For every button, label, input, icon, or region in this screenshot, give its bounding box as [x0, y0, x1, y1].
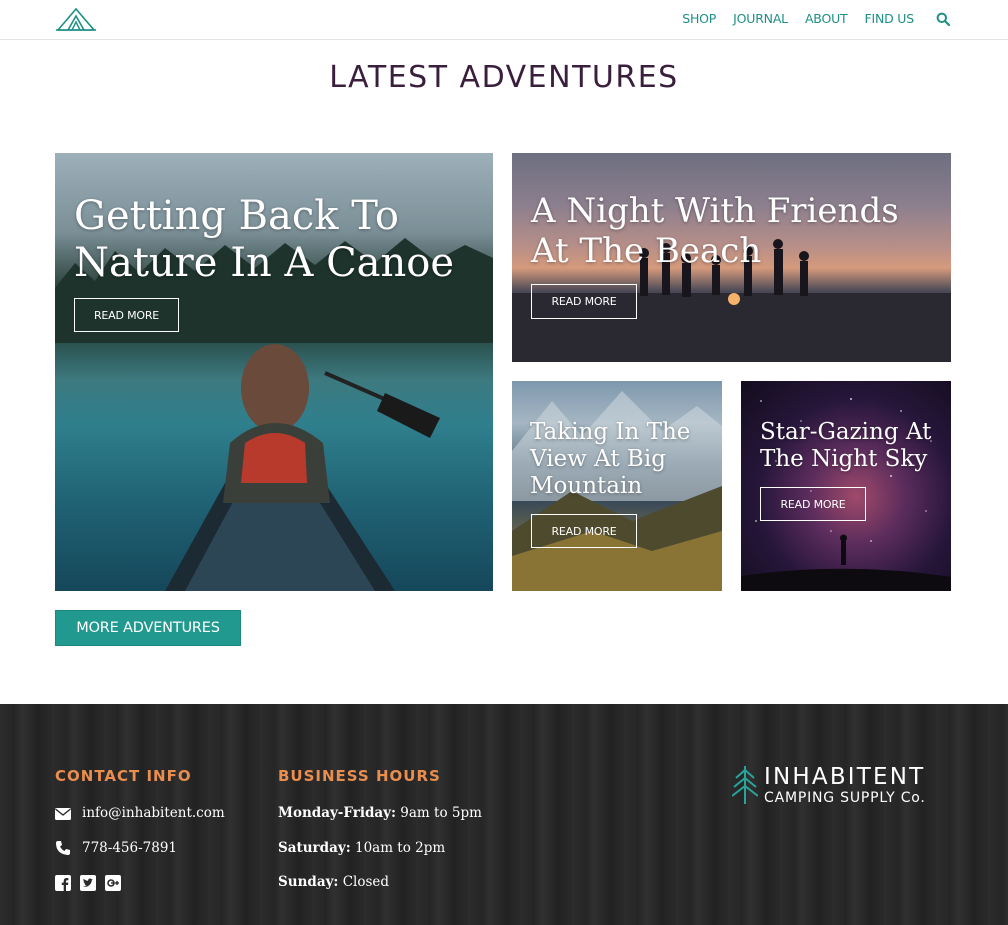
contact-email[interactable]: info@inhabitent.com [82, 805, 225, 821]
hours-row: Saturday: 10am to 2pm [278, 840, 445, 856]
hours-time: Closed [342, 874, 390, 890]
nav-shop[interactable]: SHOP [682, 11, 716, 26]
site-header: SHOP JOURNAL ABOUT FIND US [0, 0, 1008, 40]
phone-icon [56, 841, 70, 855]
google-plus-icon[interactable] [105, 875, 121, 891]
brand-name: INHABITENT [764, 764, 926, 790]
adventure-card-stars[interactable]: Star-Gazing At The Night Sky READ MORE [741, 381, 951, 591]
facebook-icon[interactable] [55, 875, 71, 891]
night-sky-image [741, 381, 951, 591]
tent-logo-icon[interactable] [56, 6, 96, 32]
adventure-card-canoe[interactable]: Getting Back To Nature In A Canoe READ M… [55, 153, 493, 591]
read-more-button[interactable]: READ MORE [531, 284, 637, 319]
brand-tagline: CAMPING SUPPLY Co. [764, 790, 926, 806]
contact-heading: CONTACT INFO [55, 767, 192, 785]
envelope-icon [55, 808, 71, 820]
hours-row: Monday-Friday: 9am to 5pm [278, 805, 482, 821]
pine-tree-icon [732, 766, 758, 804]
site-footer: CONTACT INFO info@inhabitent.com 778-456… [0, 704, 1008, 925]
hours-day: Saturday: [278, 840, 351, 856]
adventure-card-beach[interactable]: A Night With Friends At The Beach READ M… [512, 153, 951, 362]
search-icon[interactable] [936, 12, 950, 26]
more-adventures-button[interactable]: MORE ADVENTURES [55, 610, 241, 646]
read-more-button[interactable]: READ MORE [74, 298, 179, 332]
nav-about[interactable]: ABOUT [805, 11, 848, 26]
main-nav: SHOP JOURNAL ABOUT FIND US [665, 11, 950, 26]
hours-heading: BUSINESS HOURS [278, 767, 441, 785]
hours-time: 10am to 2pm [354, 840, 446, 856]
card-title[interactable]: Taking In The View At Big Mountain [530, 419, 715, 500]
adventure-card-mountain[interactable]: Taking In The View At Big Mountain READ … [512, 381, 722, 591]
hours-day: Sunday: [278, 874, 339, 890]
contact-phone[interactable]: 778-456-7891 [82, 840, 177, 856]
card-title[interactable]: Star-Gazing At The Night Sky [760, 419, 945, 473]
section-title: LATEST ADVENTURES [329, 60, 679, 95]
nav-find-us[interactable]: FIND US [864, 11, 914, 26]
hours-row: Sunday: Closed [278, 874, 389, 890]
footer-brand-logo[interactable]: INHABITENT CAMPING SUPPLY Co. [732, 764, 952, 808]
hours-day: Monday-Friday: [278, 805, 396, 821]
card-title[interactable]: A Night With Friends At The Beach [531, 191, 941, 271]
hours-time: 9am to 5pm [400, 805, 482, 821]
read-more-button[interactable]: READ MORE [760, 487, 866, 521]
card-title[interactable]: Getting Back To Nature In A Canoe [74, 193, 474, 287]
twitter-icon[interactable] [80, 875, 96, 891]
read-more-button[interactable]: READ MORE [531, 514, 637, 548]
nav-journal[interactable]: JOURNAL [733, 11, 788, 26]
